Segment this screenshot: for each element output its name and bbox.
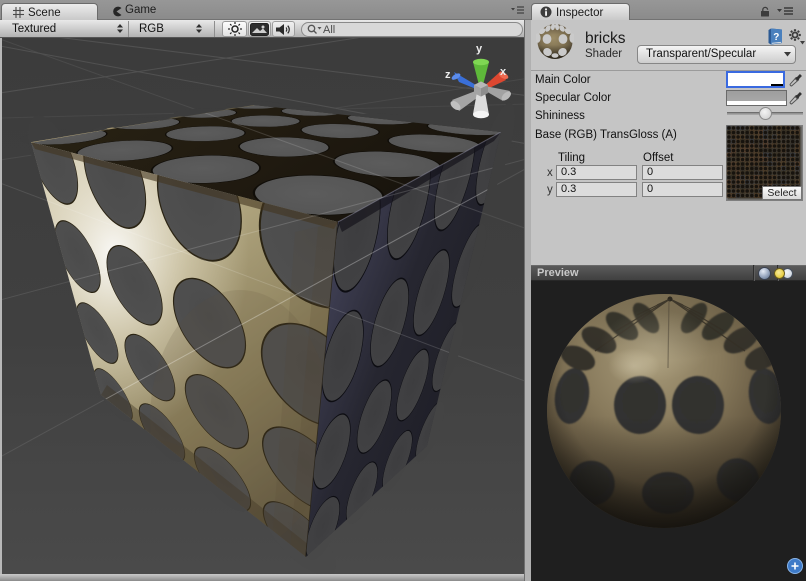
svg-text:x: x <box>500 66 507 78</box>
svg-text:?: ? <box>773 32 779 43</box>
svg-text:z: z <box>445 69 451 81</box>
svg-text:y: y <box>476 43 483 55</box>
